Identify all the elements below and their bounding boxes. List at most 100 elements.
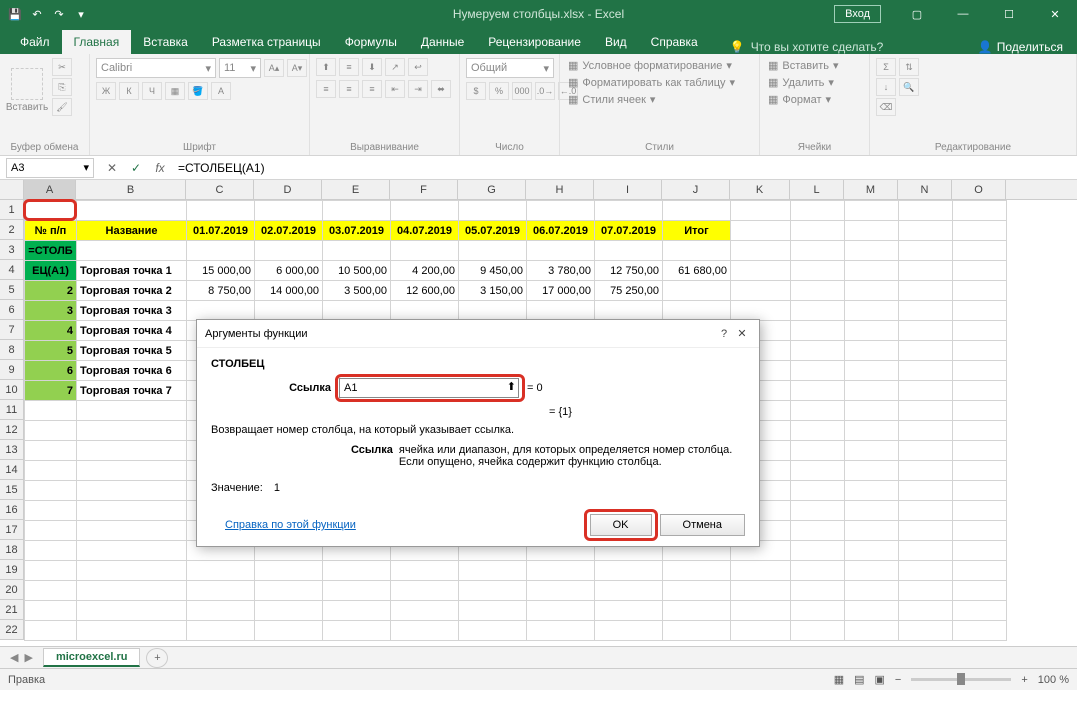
- cell[interactable]: [255, 301, 323, 321]
- cell[interactable]: [595, 241, 663, 261]
- column-header-C[interactable]: C: [186, 180, 254, 199]
- row-header-10[interactable]: 10: [0, 380, 24, 400]
- cell[interactable]: 05.07.2019: [459, 221, 527, 241]
- cell[interactable]: [25, 481, 77, 501]
- undo-icon[interactable]: ↶: [30, 7, 44, 21]
- cell[interactable]: [663, 561, 731, 581]
- cell[interactable]: [953, 421, 1007, 441]
- cell[interactable]: 3: [25, 301, 77, 321]
- copy-icon[interactable]: ⎘: [52, 78, 72, 96]
- confirm-formula-icon[interactable]: ✓: [124, 158, 148, 178]
- function-help-link[interactable]: Справка по этой функции: [225, 519, 356, 531]
- zoom-in-icon[interactable]: +: [1021, 674, 1027, 686]
- cell[interactable]: 14 000,00: [255, 281, 323, 301]
- italic-button[interactable]: К: [119, 82, 139, 100]
- conditional-formatting-button[interactable]: ▦Условное форматирование▾: [566, 58, 734, 73]
- cell[interactable]: [323, 581, 391, 601]
- cell[interactable]: [595, 201, 663, 221]
- row-header-13[interactable]: 13: [0, 440, 24, 460]
- cell[interactable]: [899, 341, 953, 361]
- cell[interactable]: [25, 441, 77, 461]
- cell[interactable]: [187, 621, 255, 641]
- border-icon[interactable]: ▦: [165, 82, 185, 100]
- row-header-12[interactable]: 12: [0, 420, 24, 440]
- cell[interactable]: [77, 601, 187, 621]
- cell[interactable]: [953, 401, 1007, 421]
- decrease-indent-icon[interactable]: ⇤: [385, 80, 405, 98]
- cell[interactable]: [899, 541, 953, 561]
- column-header-F[interactable]: F: [390, 180, 458, 199]
- font-size-combo[interactable]: 11▾: [219, 58, 261, 78]
- cell[interactable]: [899, 501, 953, 521]
- cell[interactable]: Торговая точка 2: [77, 281, 187, 301]
- cell[interactable]: [77, 501, 187, 521]
- row-header-6[interactable]: 6: [0, 300, 24, 320]
- cell[interactable]: =СТОЛБ: [25, 241, 77, 261]
- column-header-E[interactable]: E: [322, 180, 390, 199]
- align-top-icon[interactable]: ⬆: [316, 58, 336, 76]
- range-selector-icon[interactable]: ⬆: [507, 380, 516, 393]
- cell[interactable]: 4 200,00: [391, 261, 459, 281]
- cell[interactable]: [953, 461, 1007, 481]
- row-header-17[interactable]: 17: [0, 520, 24, 540]
- formula-input[interactable]: [172, 161, 1077, 175]
- row-header-9[interactable]: 9: [0, 360, 24, 380]
- cell[interactable]: [899, 621, 953, 641]
- cell[interactable]: [953, 541, 1007, 561]
- sheet-nav-next-icon[interactable]: ▶: [24, 651, 32, 664]
- fx-icon[interactable]: fx: [148, 158, 172, 178]
- cell[interactable]: [899, 241, 953, 261]
- cut-icon[interactable]: ✂: [52, 58, 72, 76]
- currency-icon[interactable]: $: [466, 82, 486, 100]
- cell[interactable]: [391, 601, 459, 621]
- cell[interactable]: [953, 581, 1007, 601]
- cell[interactable]: [953, 241, 1007, 261]
- cell[interactable]: Торговая точка 3: [77, 301, 187, 321]
- cell[interactable]: [899, 481, 953, 501]
- cell[interactable]: [731, 561, 791, 581]
- cell[interactable]: Торговая точка 6: [77, 361, 187, 381]
- cell[interactable]: [845, 341, 899, 361]
- cell[interactable]: [663, 201, 731, 221]
- cell[interactable]: [899, 201, 953, 221]
- row-header-14[interactable]: 14: [0, 460, 24, 480]
- cell[interactable]: [187, 561, 255, 581]
- cell[interactable]: [25, 401, 77, 421]
- cell[interactable]: 75 250,00: [595, 281, 663, 301]
- row-header-8[interactable]: 8: [0, 340, 24, 360]
- cell[interactable]: [187, 581, 255, 601]
- cell[interactable]: [527, 241, 595, 261]
- cell[interactable]: 5: [25, 341, 77, 361]
- cell[interactable]: [845, 541, 899, 561]
- cell[interactable]: [255, 201, 323, 221]
- cell[interactable]: [953, 521, 1007, 541]
- tab-help[interactable]: Справка: [639, 30, 710, 54]
- column-header-G[interactable]: G: [458, 180, 526, 199]
- cell[interactable]: [845, 481, 899, 501]
- cell[interactable]: [391, 561, 459, 581]
- decrease-font-icon[interactable]: A▾: [287, 59, 307, 77]
- save-icon[interactable]: 💾: [8, 7, 22, 21]
- cell[interactable]: [391, 241, 459, 261]
- align-center-icon[interactable]: ≡: [339, 80, 359, 98]
- column-header-J[interactable]: J: [662, 180, 730, 199]
- cell[interactable]: [77, 201, 187, 221]
- paste-button[interactable]: Вставить: [6, 58, 48, 122]
- cell[interactable]: [255, 621, 323, 641]
- cell[interactable]: [899, 321, 953, 341]
- cell[interactable]: [77, 241, 187, 261]
- cell[interactable]: [459, 601, 527, 621]
- cell[interactable]: Торговая точка 5: [77, 341, 187, 361]
- cell[interactable]: [595, 561, 663, 581]
- column-header-M[interactable]: M: [844, 180, 898, 199]
- cell[interactable]: [953, 221, 1007, 241]
- row-header-19[interactable]: 19: [0, 560, 24, 580]
- cell[interactable]: [953, 561, 1007, 581]
- cell[interactable]: [187, 601, 255, 621]
- tab-layout[interactable]: Разметка страницы: [200, 30, 333, 54]
- cancel-formula-icon[interactable]: ✕: [100, 158, 124, 178]
- column-header-K[interactable]: K: [730, 180, 790, 199]
- cell[interactable]: [953, 481, 1007, 501]
- cell[interactable]: [527, 601, 595, 621]
- cell[interactable]: 04.07.2019: [391, 221, 459, 241]
